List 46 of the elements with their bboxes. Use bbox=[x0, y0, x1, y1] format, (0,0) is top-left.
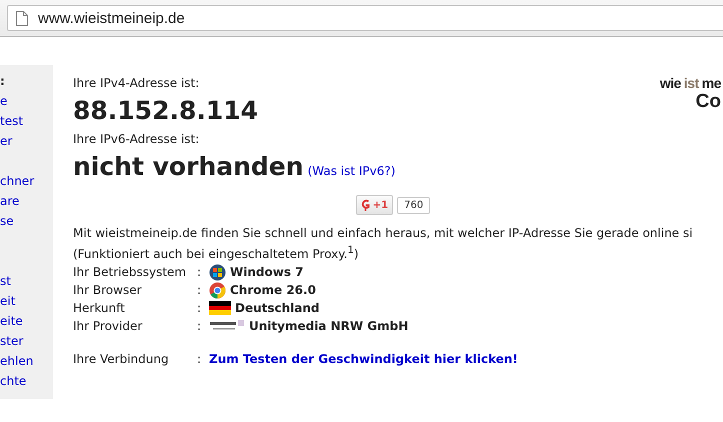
speed-test-link[interactable]: Zum Testen der Geschwindigkeit hier klicken! bbox=[209, 350, 518, 368]
sidebar-link[interactable]: ster bbox=[0, 331, 24, 351]
ipv6-address: nicht vorhanden bbox=[73, 151, 304, 183]
colon: : bbox=[197, 264, 202, 281]
info-value: Chrome 26.0 bbox=[230, 282, 316, 299]
sidebar-link[interactable]: ehlen bbox=[0, 351, 34, 371]
sidebar-link[interactable]: st bbox=[0, 271, 11, 291]
address-bar[interactable]: www.wieistmeineip.de bbox=[7, 5, 723, 31]
logo-subline: Co bbox=[694, 91, 721, 113]
sidebar-link[interactable]: e bbox=[0, 91, 8, 111]
ipv6-help-link[interactable]: (Was ist IPv6?) bbox=[308, 164, 396, 178]
windows-logo-icon bbox=[209, 264, 226, 280]
colon: : bbox=[197, 282, 202, 299]
plus-one-count: 760 bbox=[397, 196, 430, 214]
sidebar-link[interactable]: er bbox=[0, 131, 12, 151]
sidebar-link[interactable]: are bbox=[0, 191, 20, 211]
page-icon bbox=[16, 10, 28, 26]
sidebar-heading: : bbox=[0, 73, 6, 90]
colon: : bbox=[197, 318, 202, 335]
info-label: Ihr Betriebssystem bbox=[73, 264, 188, 281]
intro-text: Mit wieistmeineip.de finden Sie schnell und einfach heraus, mit welcher IP-Adresse Sie gerade online si bbox=[73, 225, 694, 242]
info-value: Deutschland bbox=[235, 300, 320, 317]
info-value: Unitymedia NRW GmbH bbox=[249, 318, 408, 335]
connection-label: Ihre Verbindung bbox=[73, 351, 170, 368]
proxy-note: (Funktioniert auch bei eingeschaltetem Proxy.$^{1}$) bbox=[73, 244, 360, 263]
sidebar-link[interactable]: chner bbox=[0, 171, 34, 191]
sidebar-link[interactable]: test bbox=[0, 111, 24, 131]
info-label: Ihr Provider bbox=[73, 318, 144, 335]
google-icon bbox=[360, 199, 370, 211]
ipv4-address: 88.152.8.114 bbox=[73, 95, 260, 127]
sidebar-link[interactable]: eite bbox=[0, 311, 23, 331]
plus-one-button[interactable]: +1 bbox=[356, 195, 394, 215]
info-value: Windows 7 bbox=[230, 264, 304, 281]
info-label: Ihr Browser bbox=[73, 282, 143, 299]
sidebar-link[interactable]: chte bbox=[0, 371, 26, 391]
ipv6-label: Ihre IPv6-Adresse ist: bbox=[73, 131, 200, 147]
info-label: Herkunft bbox=[73, 300, 126, 317]
colon: : bbox=[197, 300, 202, 317]
ipv4-label: Ihre IPv4-Adresse ist: bbox=[73, 75, 200, 91]
chrome-logo-icon bbox=[209, 282, 226, 298]
sidebar-link[interactable]: se bbox=[0, 211, 14, 231]
german-flag-icon bbox=[209, 301, 231, 315]
colon: : bbox=[197, 351, 202, 368]
url-text: www.wieistmeineip.de bbox=[38, 10, 185, 26]
site-logo: wie ist me bbox=[660, 75, 721, 91]
sidebar-link[interactable]: eit bbox=[0, 291, 16, 311]
